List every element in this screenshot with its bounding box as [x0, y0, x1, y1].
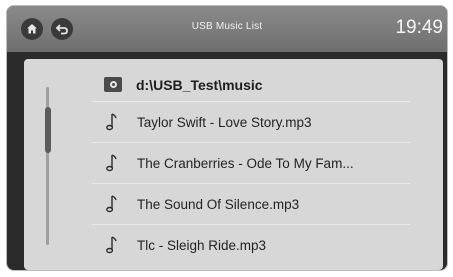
top-bar: USB Music List 19:49: [7, 6, 447, 52]
scrollbar-thumb[interactable]: [45, 107, 51, 153]
music-note-icon: [106, 113, 117, 131]
screen: USB Music List 19:49 d:\USB_Test\music T…: [7, 6, 447, 270]
song-title: The Cranberries - Ode To My Fam...: [137, 155, 354, 171]
music-note-icon: [106, 154, 117, 172]
music-list-panel: d:\USB_Test\music Taylor Swift - Love St…: [24, 59, 443, 270]
song-title: Tlc - Sleigh Ride.mp3: [137, 237, 267, 253]
back-icon: [55, 24, 68, 35]
list-item[interactable]: The Cranberries - Ode To My Fam...: [92, 143, 410, 184]
home-button[interactable]: [21, 18, 43, 40]
list-item[interactable]: Taylor Swift - Love Story.mp3: [92, 102, 410, 143]
song-title: Taylor Swift - Love Story.mp3: [137, 114, 312, 130]
song-list: Taylor Swift - Love Story.mp3 The Cranbe…: [92, 102, 410, 265]
list-item[interactable]: Tlc - Sleigh Ride.mp3: [92, 225, 410, 265]
home-icon: [27, 24, 37, 34]
music-note-icon: [106, 236, 117, 254]
song-title: The Sound Of Silence.mp3: [137, 196, 300, 212]
list-item[interactable]: The Sound Of Silence.mp3: [92, 184, 410, 225]
clock: 19:49: [395, 17, 443, 38]
path-label: d:\USB_Test\music: [136, 76, 263, 93]
back-button[interactable]: [51, 18, 73, 40]
music-note-icon: [106, 195, 117, 213]
folder-icon: [104, 77, 122, 92]
screen-title: USB Music List: [191, 21, 263, 32]
current-path: d:\USB_Test\music: [92, 68, 410, 102]
